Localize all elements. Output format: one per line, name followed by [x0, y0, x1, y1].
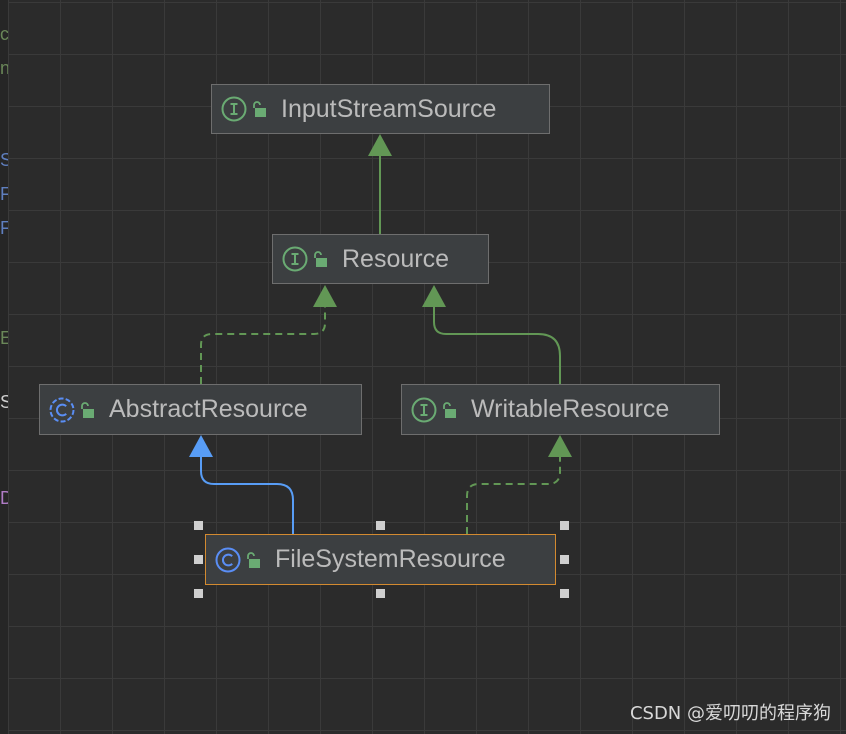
class-icon [215, 547, 241, 572]
resize-handle-top-right[interactable] [560, 521, 569, 530]
interface-icon [221, 96, 247, 122]
edge-filesystemresource-to-abstractresource [200, 457, 294, 534]
resize-handle-right[interactable] [560, 555, 569, 564]
node-input-stream-source[interactable]: InputStreamSource [211, 84, 550, 134]
interface-icon [282, 246, 308, 272]
unlocked-icon [247, 551, 260, 568]
node-resource[interactable]: Resource [272, 234, 489, 284]
unlocked-icon [314, 251, 327, 267]
unlocked-icon [443, 401, 456, 418]
node-label: InputStreamSource [281, 94, 497, 123]
arrowhead [548, 435, 572, 457]
unlocked-icon [253, 101, 266, 117]
resize-handle-top[interactable] [376, 521, 385, 530]
node-label: Resource [342, 244, 449, 273]
node-label: AbstractResource [109, 395, 308, 423]
edge-abstractresource-to-resource [200, 307, 326, 384]
arrowhead [368, 134, 392, 156]
watermark: CSDN @爱叨叨的程序狗 [629, 703, 831, 724]
edge-writableresource-to-resource [433, 307, 561, 384]
resize-handle-top-left[interactable] [194, 521, 203, 530]
arrowhead [313, 285, 337, 307]
resize-handle-bottom-left[interactable] [194, 589, 203, 598]
node-label: FileSystemResource [275, 545, 506, 573]
resize-handle-bottom-right[interactable] [560, 589, 569, 598]
unlocked-icon [81, 401, 94, 418]
arrowhead [422, 285, 446, 307]
class-icon [49, 397, 75, 422]
resize-handle-left[interactable] [194, 555, 203, 564]
arrowhead [189, 435, 213, 457]
node-writable-resource[interactable]: WritableResource [401, 384, 720, 435]
node-abstract-resource[interactable]: AbstractResource [39, 384, 362, 435]
node-file-system-resource[interactable]: FileSystemResource [205, 534, 556, 585]
interface-icon [411, 397, 437, 422]
resize-handle-bottom[interactable] [376, 589, 385, 598]
node-label: WritableResource [471, 395, 670, 423]
edge-filesystemresource-to-writableresource [466, 457, 561, 534]
